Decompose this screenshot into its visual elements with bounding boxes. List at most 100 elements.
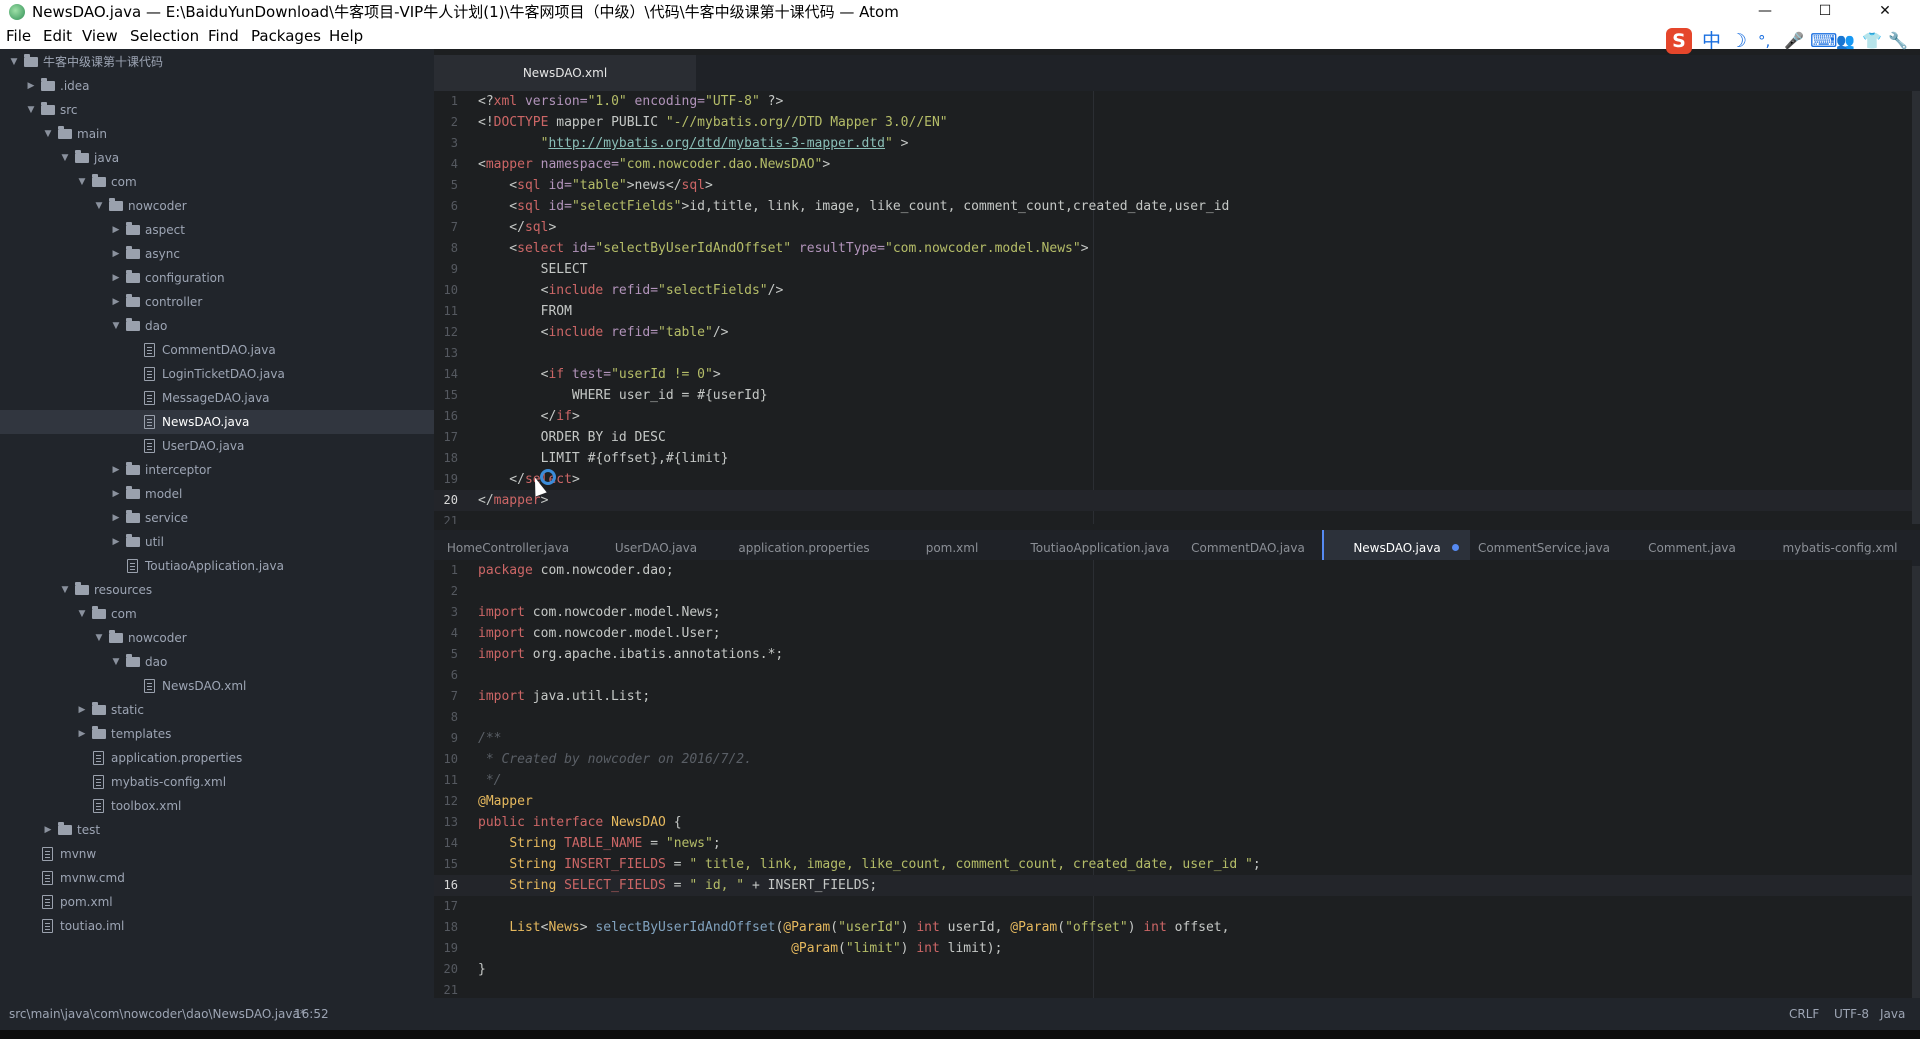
menu-view[interactable]: View [82,24,118,49]
tree-file-item[interactable]: UserDAO.java [0,434,434,458]
code-line[interactable]: 3 "http://mybatis.org/dtd/mybatis-3-mapp… [434,133,1912,154]
chevron-down-icon[interactable]: ▼ [76,602,88,626]
chevron-down-icon[interactable]: ▼ [76,170,88,194]
tree-folder-item[interactable]: ▼ com [0,602,434,626]
ime-chinese-mode-icon[interactable]: 中 [1702,28,1721,54]
chevron-right-icon[interactable]: ▶ [110,218,122,242]
code-line[interactable]: 17 [434,896,1912,917]
tree-folder-item[interactable]: ▶ controller [0,290,434,314]
tree-folder-item[interactable]: ▼ main [0,122,434,146]
code-line[interactable]: 21 [434,511,1912,524]
menu-file[interactable]: File [6,24,31,49]
code-line[interactable]: 3 import com.nowcoder.model.News; [434,602,1912,623]
tree-file-item[interactable]: mvnw [0,842,434,866]
code-line[interactable]: 18 List<News> selectByUserIdAndOffset(@P… [434,917,1912,938]
tree-folder-item[interactable]: ▶ service [0,506,434,530]
code-line[interactable]: 5 <sql id="table">news</sql> [434,175,1912,196]
tree-folder-item[interactable]: ▼ resources [0,578,434,602]
code-line[interactable]: 7 import java.util.List; [434,686,1912,707]
tree-file-item[interactable]: toolbox.xml [0,794,434,818]
code-line[interactable]: 13 [434,343,1912,364]
code-line[interactable]: 2 <!DOCTYPE mapper PUBLIC "-//mybatis.org… [434,112,1912,133]
ime-skin-icon[interactable]: 👕 [1862,28,1882,54]
ime-moon-icon[interactable]: ☽ [1730,28,1747,54]
status-file-path[interactable]: src\main\java\com\nowcoder\dao\NewsDAO.j… [9,998,306,1030]
tree-file-item[interactable]: LoginTicketDAO.java [0,362,434,386]
tree-file-item[interactable]: CommentDAO.java [0,338,434,362]
status-cursor-position[interactable]: 16:52 [294,998,329,1030]
code-line[interactable]: 19 @Param("limit") int limit); [434,938,1912,959]
code-line[interactable]: 13 public interface NewsDAO { [434,812,1912,833]
ime-settings-icon[interactable]: 🔧 [1888,28,1908,54]
tree-folder-item[interactable]: ▼ com [0,170,434,194]
ime-users-icon[interactable]: 👥 [1836,28,1855,54]
chevron-right-icon[interactable]: ▶ [110,266,122,290]
tree-folder-item[interactable]: ▼ java [0,146,434,170]
top-editor-xml[interactable]: 1 <?xml version="1.0" encoding="UTF-8" ?>… [434,91,1912,524]
tree-folder-item[interactable]: ▶ async [0,242,434,266]
chevron-right-icon[interactable]: ▶ [110,530,122,554]
code-line[interactable]: 20 </mapper> [434,490,1912,511]
close-button[interactable]: ✕ [1857,0,1913,24]
tree-folder-item[interactable]: ▼ dao [0,314,434,338]
minimize-button[interactable]: — [1737,0,1793,24]
code-line[interactable]: 7 </sql> [434,217,1912,238]
code-line[interactable]: 11 FROM [434,301,1912,322]
chevron-right-icon[interactable]: ▶ [110,242,122,266]
code-line[interactable]: 1 package com.nowcoder.dao; [434,560,1912,581]
code-line[interactable]: 15 String INSERT_FIELDS = " title, link,… [434,854,1912,875]
code-line[interactable]: 9 SELECT [434,259,1912,280]
tree-folder-item[interactable]: ▼ src [0,98,434,122]
tree-file-item[interactable]: MessageDAO.java [0,386,434,410]
code-line[interactable]: 20} [434,959,1912,980]
chevron-down-icon[interactable]: ▼ [93,194,105,218]
code-line[interactable]: 4 import com.nowcoder.model.User; [434,623,1912,644]
menu-selection[interactable]: Selection [130,24,199,49]
code-line[interactable]: 17 ORDER BY id DESC [434,427,1912,448]
tree-file-item[interactable]: pom.xml [0,890,434,914]
code-line[interactable]: 12 @Mapper [434,791,1912,812]
chevron-right-icon[interactable]: ▶ [42,818,54,842]
tree-folder-item[interactable]: ▼ 牛客中级课第十课代码 [0,50,434,74]
chevron-down-icon[interactable]: ▼ [59,146,71,170]
tree-file-item[interactable]: application.properties [0,746,434,770]
code-line[interactable]: 9 /** [434,728,1912,749]
code-line[interactable]: 12 <include refid="table"/> [434,322,1912,343]
code-line[interactable]: 16 String SELECT_FIELDS = " id, " + INSE… [434,875,1912,896]
tree-folder-item[interactable]: ▶ interceptor [0,458,434,482]
code-line[interactable]: 16 </if> [434,406,1912,427]
tree-folder-item[interactable]: ▶ configuration [0,266,434,290]
code-line[interactable]: 19 </select> [434,469,1912,490]
tree-folder-item[interactable]: ▼ nowcoder [0,626,434,650]
chevron-down-icon[interactable]: ▼ [42,122,54,146]
code-line[interactable]: 8 [434,707,1912,728]
chevron-right-icon[interactable]: ▶ [76,722,88,746]
menu-edit[interactable]: Edit [43,24,72,49]
code-line[interactable]: 14 String TABLE_NAME = "news"; [434,833,1912,854]
tree-folder-item[interactable]: ▼ nowcoder [0,194,434,218]
chevron-right-icon[interactable]: ▶ [110,458,122,482]
top-editor-scrollbar[interactable] [1912,91,1920,524]
tree-file-item[interactable]: toutiao.iml [0,914,434,938]
maximize-button[interactable]: ☐ [1797,0,1853,24]
status-grammar[interactable]: Java [1880,998,1905,1030]
code-line[interactable]: 1 <?xml version="1.0" encoding="UTF-8" ?> [434,91,1912,112]
code-line[interactable]: 10 <include refid="selectFields"/> [434,280,1912,301]
code-line[interactable]: 8 <select id="selectByUserIdAndOffset" r… [434,238,1912,259]
tree-file-item[interactable]: NewsDAO.java [0,410,434,434]
menu-help[interactable]: Help [329,24,363,49]
tree-file-item[interactable]: mvnw.cmd [0,866,434,890]
bottom-editor-java[interactable]: 1 package com.nowcoder.dao; 2 3 import com.n… [434,560,1912,998]
menu-packages[interactable]: Packages [251,24,321,49]
code-line[interactable]: 11 */ [434,770,1912,791]
tree-folder-item[interactable]: ▶ static [0,698,434,722]
tree-folder-item[interactable]: ▼ dao [0,650,434,674]
code-line[interactable]: 6 <sql id="selectFields">id,title, link,… [434,196,1912,217]
chevron-down-icon[interactable]: ▼ [93,626,105,650]
code-line[interactable]: 2 [434,581,1912,602]
code-line[interactable]: 15 WHERE user_id = #{userId} [434,385,1912,406]
status-encoding[interactable]: UTF-8 [1834,998,1869,1030]
tree-folder-item[interactable]: ▶ util [0,530,434,554]
tab-newsdao-xml[interactable]: NewsDAO.xml [434,55,696,91]
chevron-down-icon[interactable]: ▼ [8,50,20,74]
